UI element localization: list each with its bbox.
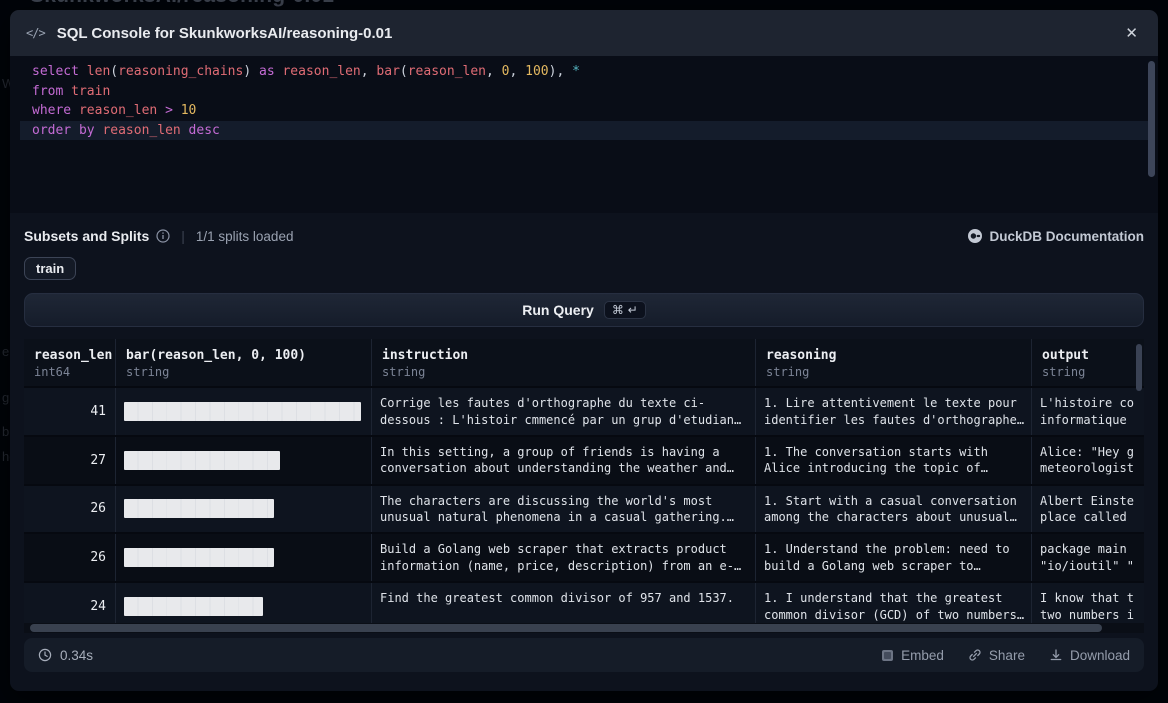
cell-bar bbox=[116, 583, 372, 623]
splits-status: 1/1 splits loaded bbox=[196, 229, 294, 244]
results-table: reason_lenint64bar(reason_len, 0, 100)st… bbox=[24, 339, 1144, 633]
sql-code-line[interactable]: where reason_len > 10 bbox=[20, 101, 1148, 121]
embed-button[interactable]: Embed bbox=[881, 648, 944, 663]
table-body: 41 Corrige les fautes d'orthographe du te… bbox=[24, 386, 1144, 623]
cell-bar bbox=[116, 534, 372, 581]
code-icon: </> bbox=[26, 26, 45, 40]
background-page-title: SkunkworksAI/reasoning-0.01 bbox=[30, 0, 334, 8]
sql-code: select len(reasoning_chains) as reason_l… bbox=[20, 62, 1148, 140]
column-header-reasoning: reasoningstring bbox=[756, 339, 1032, 386]
modal-footer: 0.34s Embed Share Download bbox=[24, 638, 1144, 672]
table-horizontal-scrollbar-track bbox=[24, 623, 1144, 633]
editor-scrollbar[interactable] bbox=[1148, 61, 1155, 177]
cell-instruction: Build a Golang web scraper that extracts… bbox=[372, 534, 756, 581]
column-header-barreason_len0100: bar(reason_len, 0, 100)string bbox=[116, 339, 372, 386]
cell-reasoning: 1. I understand that the greatest common… bbox=[756, 583, 1032, 623]
keyboard-shortcut-badge: ⌘ ↵ bbox=[604, 301, 646, 319]
info-icon[interactable] bbox=[156, 229, 170, 243]
cell-reason-len: 41 bbox=[24, 388, 116, 435]
table-row: 24 Find the greatest common divisor of 95… bbox=[24, 581, 1144, 623]
table-row: 26 Build a Golang web scraper that extrac… bbox=[24, 532, 1144, 581]
cell-output: Albert Einste place called bbox=[1032, 486, 1144, 533]
share-icon bbox=[968, 648, 982, 662]
download-button[interactable]: Download bbox=[1049, 648, 1130, 663]
modal-title: SQL Console for SkunkworksAI/reasoning-0… bbox=[57, 25, 393, 42]
cell-reasoning: 1. Lire attentivement le texte pour iden… bbox=[756, 388, 1032, 435]
table-horizontal-scrollbar[interactable] bbox=[30, 624, 1102, 632]
bar-chart bbox=[124, 402, 361, 421]
cell-output: package main "io/ioutil" " bbox=[1032, 534, 1144, 581]
modal-header: </> SQL Console for SkunkworksAI/reasoni… bbox=[10, 10, 1158, 56]
cell-reason-len: 26 bbox=[24, 534, 116, 581]
bar-chart bbox=[124, 451, 280, 470]
cell-reason-len: 26 bbox=[24, 486, 116, 533]
column-header-instruction: instructionstring bbox=[372, 339, 756, 386]
table-row: 27 In this setting, a group of friends is… bbox=[24, 435, 1144, 484]
column-header-reason_len: reason_lenint64 bbox=[24, 339, 116, 386]
table-vertical-scrollbar[interactable] bbox=[1136, 344, 1142, 391]
cell-bar bbox=[116, 486, 372, 533]
split-chip-train[interactable]: train bbox=[24, 257, 76, 280]
bar-chart bbox=[124, 548, 274, 567]
run-query-button[interactable]: Run Query ⌘ ↵ bbox=[24, 293, 1144, 327]
subsets-row: Subsets and Splits | 1/1 splits loaded D… bbox=[24, 224, 1144, 248]
cell-instruction: The characters are discussing the world'… bbox=[372, 486, 756, 533]
cell-reasoning: 1. Understand the problem: need to build… bbox=[756, 534, 1032, 581]
sql-code-line[interactable]: order by reason_len desc bbox=[20, 121, 1148, 141]
run-query-label: Run Query bbox=[522, 302, 594, 318]
cell-output: L'histoire co informatique bbox=[1032, 388, 1144, 435]
cell-bar bbox=[116, 388, 372, 435]
sql-code-line[interactable]: select len(reasoning_chains) as reason_l… bbox=[20, 62, 1148, 82]
share-button[interactable]: Share bbox=[968, 648, 1025, 663]
cell-reasoning: 1. Start with a casual conversation amon… bbox=[756, 486, 1032, 533]
background-text-fragment: e bbox=[2, 344, 9, 359]
clock-icon bbox=[38, 648, 52, 662]
download-icon bbox=[1049, 648, 1063, 662]
cell-instruction: In this setting, a group of friends is h… bbox=[372, 437, 756, 484]
sql-editor[interactable]: select len(reasoning_chains) as reason_l… bbox=[10, 56, 1158, 213]
divider: | bbox=[181, 228, 185, 244]
embed-icon bbox=[881, 649, 894, 662]
cell-instruction: Corrige les fautes d'orthographe du text… bbox=[372, 388, 756, 435]
cell-reason-len: 24 bbox=[24, 583, 116, 623]
duckdb-icon bbox=[968, 229, 982, 243]
sql-console-modal: </> SQL Console for SkunkworksAI/reasoni… bbox=[10, 10, 1158, 691]
sql-code-line[interactable]: from train bbox=[20, 82, 1148, 102]
cell-instruction: Find the greatest common divisor of 957 … bbox=[372, 583, 756, 623]
query-duration: 0.34s bbox=[38, 648, 93, 663]
subsets-label: Subsets and Splits bbox=[24, 228, 149, 244]
close-icon[interactable]: ✕ bbox=[1121, 22, 1142, 45]
duckdb-documentation-link[interactable]: DuckDB Documentation bbox=[968, 229, 1144, 244]
table-row: 26 The characters are discussing the worl… bbox=[24, 484, 1144, 533]
cell-bar bbox=[116, 437, 372, 484]
cell-output: I know that t two numbers i bbox=[1032, 583, 1144, 623]
bar-chart bbox=[124, 597, 263, 616]
cell-reason-len: 27 bbox=[24, 437, 116, 484]
cell-output: Alice: "Hey g meteorologist bbox=[1032, 437, 1144, 484]
table-header-row: reason_lenint64bar(reason_len, 0, 100)st… bbox=[24, 339, 1144, 386]
cell-reasoning: 1. The conversation starts with Alice in… bbox=[756, 437, 1032, 484]
background-text-fragment: b bbox=[2, 424, 9, 439]
column-header-output: outputstring bbox=[1032, 339, 1144, 386]
bar-chart bbox=[124, 499, 274, 518]
table-row: 41 Corrige les fautes d'orthographe du te… bbox=[24, 386, 1144, 435]
